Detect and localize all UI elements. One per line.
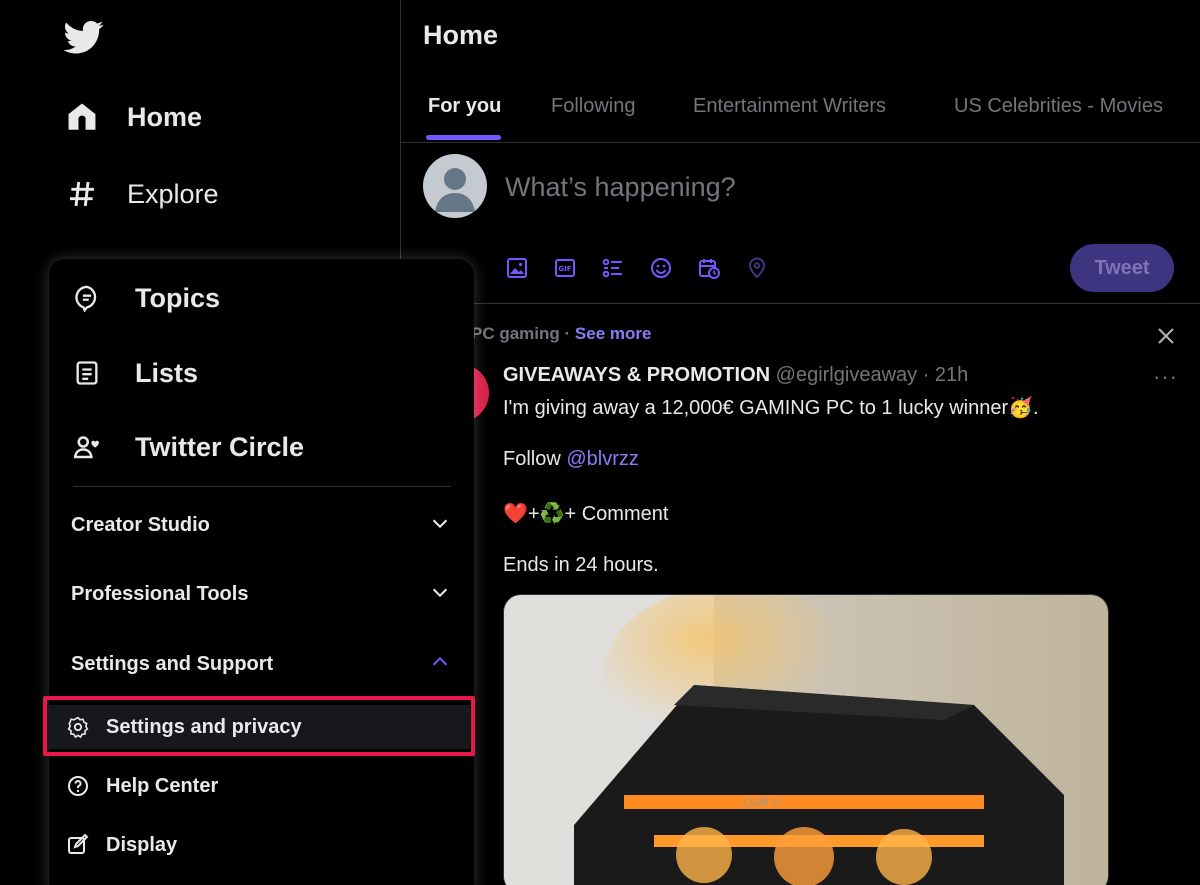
avatar[interactable] bbox=[423, 154, 487, 218]
section-professional-tools[interactable]: Professional Tools bbox=[71, 579, 451, 609]
more-menu-popup: Topics Lists Twitter Circle Creator Stud… bbox=[49, 259, 474, 885]
tab-us-celebrities-movies[interactable]: US Celebrities - Movies bbox=[954, 95, 1163, 118]
section-creator-studio[interactable]: Creator Studio bbox=[71, 510, 451, 540]
image-icon[interactable] bbox=[505, 254, 553, 282]
case-brand-text: LIAN LI bbox=[743, 794, 782, 810]
topic-label: PC gaming bbox=[471, 324, 560, 343]
lists-icon bbox=[71, 357, 103, 389]
nav-item-home[interactable]: Home bbox=[64, 93, 202, 141]
tab-entertainment-writers[interactable]: Entertainment Writers bbox=[693, 95, 886, 118]
post-header: GIVEAWAYS & PROMOTION @egirlgiveaway · 2… bbox=[503, 364, 968, 387]
tab-following[interactable]: Following bbox=[551, 95, 635, 118]
display-icon bbox=[64, 831, 92, 859]
post-text-line: Ends in 24 hours. bbox=[503, 554, 659, 576]
emoji-icon[interactable] bbox=[649, 254, 697, 282]
menu-item-label: Twitter Circle bbox=[135, 431, 305, 462]
section-label: Creator Studio bbox=[71, 513, 210, 536]
post-author-name[interactable]: GIVEAWAYS & PROMOTION bbox=[503, 364, 770, 386]
chevron-down-icon bbox=[429, 581, 451, 608]
circle-icon bbox=[71, 431, 103, 463]
chevron-down-icon bbox=[429, 512, 451, 539]
tab-for-you[interactable]: For you bbox=[428, 95, 501, 118]
menu-divider bbox=[73, 486, 451, 487]
post-text-line: I'm giving away a 12,000€ GAMING PC to 1… bbox=[503, 397, 1039, 419]
hashtag-icon bbox=[64, 176, 100, 212]
menu-item-lists[interactable]: Lists bbox=[71, 353, 198, 393]
active-tab-indicator bbox=[426, 135, 501, 140]
post-media-image[interactable]: LIAN LI bbox=[503, 594, 1109, 885]
topic-row: PC gaming · See more bbox=[471, 324, 651, 344]
annotation-highlight-box bbox=[43, 696, 475, 756]
tabs-divider bbox=[401, 142, 1200, 143]
menu-item-twitter-circle[interactable]: Twitter Circle bbox=[71, 427, 304, 467]
main-timeline: Home For you Following Entertainment Wri… bbox=[401, 0, 1200, 885]
schedule-icon[interactable] bbox=[697, 254, 745, 282]
see-more-link[interactable]: See more bbox=[575, 324, 652, 343]
more-options-icon[interactable]: ··· bbox=[1153, 364, 1178, 390]
post-text-line: ❤️+♻️+ Comment bbox=[503, 503, 669, 525]
twitter-logo-icon[interactable] bbox=[63, 17, 104, 57]
menu-item-topics[interactable]: Topics bbox=[71, 278, 220, 318]
close-icon[interactable] bbox=[1154, 324, 1178, 348]
post-author-handle[interactable]: @egirlgiveaway · 21h bbox=[776, 364, 969, 386]
section-label: Professional Tools bbox=[71, 582, 249, 605]
composer-toolbar: GIF bbox=[505, 254, 793, 282]
menu-item-help-center[interactable]: Help Center bbox=[64, 764, 218, 808]
location-icon[interactable] bbox=[745, 254, 793, 282]
menu-item-label: Topics bbox=[135, 282, 221, 313]
menu-item-label: Display bbox=[106, 833, 178, 856]
help-icon bbox=[64, 772, 92, 800]
section-settings-and-support[interactable]: Settings and Support bbox=[71, 649, 451, 679]
composer-divider bbox=[401, 303, 1200, 304]
mention-link[interactable]: @blvrzz bbox=[566, 448, 639, 470]
nav-item-explore[interactable]: Explore bbox=[64, 170, 219, 218]
topic-separator: · bbox=[559, 324, 575, 343]
home-icon bbox=[64, 99, 100, 135]
follow-prefix: Follow bbox=[503, 448, 567, 470]
topics-icon bbox=[71, 282, 103, 314]
post-text-line: Follow @blvrzz bbox=[503, 448, 639, 471]
section-label: Settings and Support bbox=[71, 652, 274, 675]
gif-icon[interactable]: GIF bbox=[553, 254, 601, 282]
page-title: Home bbox=[423, 20, 499, 50]
menu-item-label: Help Center bbox=[106, 774, 219, 797]
chevron-up-icon bbox=[429, 651, 451, 678]
tweet-button[interactable]: Tweet bbox=[1070, 244, 1174, 292]
poll-icon[interactable] bbox=[601, 254, 649, 282]
menu-item-display[interactable]: Display bbox=[64, 823, 177, 867]
nav-item-label: Home bbox=[127, 101, 203, 132]
svg-text:GIF: GIF bbox=[558, 265, 571, 273]
compose-input[interactable]: What’s happening? bbox=[505, 172, 736, 203]
nav-item-label: Explore bbox=[127, 178, 219, 209]
menu-item-label: Lists bbox=[135, 357, 199, 388]
